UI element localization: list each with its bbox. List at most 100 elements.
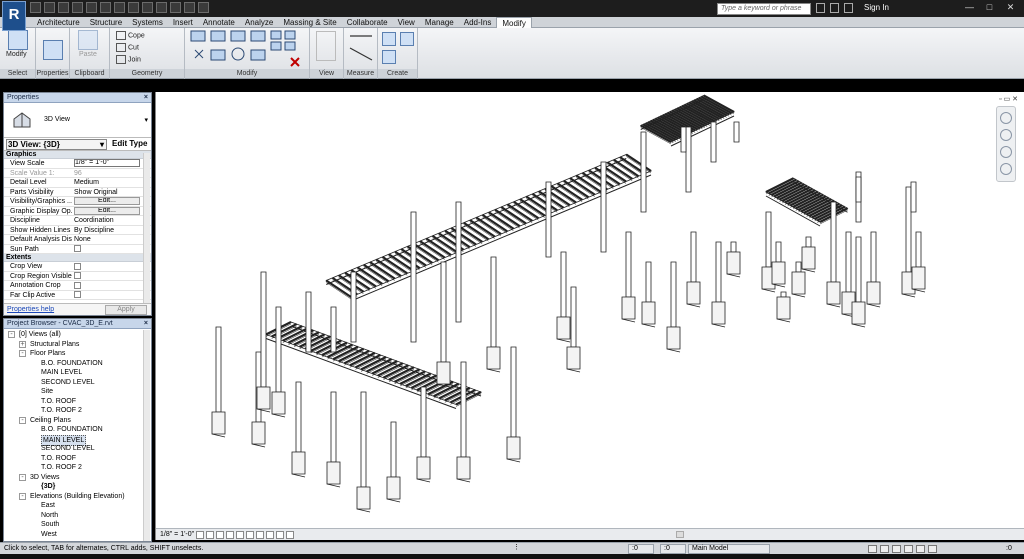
- select-by-face-icon[interactable]: [904, 545, 913, 553]
- active-model-selector[interactable]: Main Model: [688, 544, 770, 554]
- structural-framing-model[interactable]: [156, 92, 1024, 528]
- tab-add-ins[interactable]: Add-Ins: [459, 17, 497, 28]
- browser-node[interactable]: MAIN LEVEL: [4, 368, 144, 378]
- type-dropdown-icon[interactable]: ▾: [144, 116, 148, 124]
- select-pinned-icon[interactable]: [892, 545, 901, 553]
- undo-icon[interactable]: [58, 2, 69, 13]
- browser-node[interactable]: MAIN LEVEL: [4, 434, 144, 446]
- tab-collaborate[interactable]: Collaborate: [342, 17, 393, 28]
- property-checkbox[interactable]: [74, 245, 140, 254]
- browser-node[interactable]: T.O. ROOF: [4, 397, 144, 407]
- print-icon[interactable]: [86, 2, 97, 13]
- tab-manage[interactable]: Manage: [420, 17, 459, 28]
- browser-node[interactable]: B.O. FOUNDATION: [4, 359, 144, 369]
- browser-node[interactable]: -3D Views: [4, 473, 144, 483]
- search-input[interactable]: Type a keyword or phrase: [717, 3, 811, 15]
- close-browser-icon[interactable]: ×: [144, 319, 148, 329]
- properties-help-link[interactable]: Properties help: [7, 306, 54, 313]
- browser-node[interactable]: South: [4, 520, 144, 530]
- binoculars-icon[interactable]: [816, 3, 825, 13]
- browser-node[interactable]: North: [4, 511, 144, 521]
- filter-icon[interactable]: [928, 545, 937, 553]
- type-selector[interactable]: 3D View ▾: [4, 103, 151, 138]
- sign-in-button[interactable]: Sign In: [864, 3, 889, 12]
- drag-elements-icon[interactable]: [916, 545, 925, 553]
- browser-node[interactable]: B.O. FOUNDATION: [4, 425, 144, 435]
- save-icon[interactable]: [44, 2, 55, 13]
- edit-button[interactable]: Edit...: [74, 206, 140, 215]
- checkbox-icon[interactable]: [74, 291, 81, 299]
- property-value[interactable]: 1/8" = 1'-0": [74, 159, 140, 167]
- view-window-controls[interactable]: ▫ ▭ ✕: [999, 95, 1018, 103]
- application-menu-button[interactable]: R: [2, 1, 26, 31]
- text-icon[interactable]: [128, 2, 139, 13]
- browser-node[interactable]: East: [4, 501, 144, 511]
- detail-level-icon[interactable]: [196, 531, 204, 539]
- browser-node[interactable]: - Floor Plans: [4, 349, 144, 359]
- collapse-icon[interactable]: -: [19, 350, 26, 357]
- browser-node[interactable]: SECOND LEVEL: [4, 444, 144, 454]
- tab-systems[interactable]: Systems: [127, 17, 168, 28]
- collapse-icon[interactable]: -: [19, 492, 26, 500]
- properties-icon[interactable]: [43, 40, 63, 60]
- steering-wheel-icon[interactable]: [1000, 129, 1012, 141]
- browser-node[interactable]: Site: [4, 387, 144, 397]
- properties-scrollbar[interactable]: [143, 153, 150, 303]
- lock-view-icon[interactable]: [266, 531, 274, 539]
- edit-button[interactable]: Edit...: [74, 197, 140, 205]
- browser-node[interactable]: - [0] Views (all): [4, 330, 144, 340]
- property-checkbox[interactable]: [74, 291, 140, 300]
- modify-tools-icons[interactable]: [185, 28, 310, 68]
- select-underlay-icon[interactable]: [880, 545, 889, 553]
- measure-tool-icon[interactable]: [344, 28, 378, 68]
- create-parts-icon[interactable]: [400, 32, 414, 46]
- close-button[interactable]: ✕: [1004, 2, 1017, 14]
- create-group-icon[interactable]: [382, 50, 396, 64]
- star-icon[interactable]: [844, 3, 853, 13]
- crop-view-icon[interactable]: [246, 531, 254, 539]
- property-checkbox[interactable]: [74, 262, 140, 271]
- apply-button[interactable]: Apply: [105, 305, 147, 315]
- browser-node[interactable]: T.O. ROOF 2: [4, 406, 144, 416]
- collapse-icon[interactable]: -: [19, 416, 26, 424]
- maximize-button[interactable]: □: [983, 2, 996, 14]
- browser-node[interactable]: {3D}: [4, 482, 144, 492]
- tab-annotate[interactable]: Annotate: [198, 17, 240, 28]
- rendering-icon[interactable]: [236, 531, 244, 539]
- modify-button[interactable]: Modify: [6, 51, 27, 58]
- dimension-icon[interactable]: [114, 2, 125, 13]
- checkbox-icon[interactable]: [74, 262, 81, 270]
- worksharing-icon[interactable]: ⋮: [510, 544, 520, 554]
- zoom-icon[interactable]: [1000, 146, 1012, 158]
- property-group-graphics[interactable]: Graphics: [4, 151, 151, 159]
- checkbox-icon[interactable]: [74, 272, 81, 280]
- browser-node[interactable]: West: [4, 530, 144, 540]
- browser-node[interactable]: + Structural Plans: [4, 340, 144, 350]
- browser-node[interactable]: - Elevations (Building Elevation): [4, 492, 144, 502]
- sun-path-icon[interactable]: [216, 531, 224, 539]
- switch-windows-icon[interactable]: [198, 2, 209, 13]
- tab-insert[interactable]: Insert: [168, 17, 198, 28]
- browser-node[interactable]: SECOND LEVEL: [4, 378, 144, 388]
- nav-options-icon[interactable]: [1000, 163, 1012, 175]
- visual-style-icon[interactable]: [206, 531, 214, 539]
- horizontal-scrollbar-thumb[interactable]: [676, 531, 684, 538]
- default-3d-view-icon[interactable]: [142, 2, 153, 13]
- checkbox-icon[interactable]: [74, 245, 81, 253]
- cope-button[interactable]: Cope: [116, 31, 145, 40]
- editable-count[interactable]: :0: [628, 544, 654, 554]
- select-links-icon[interactable]: [868, 545, 877, 553]
- close-properties-icon[interactable]: ×: [144, 93, 148, 103]
- join-button[interactable]: Join: [116, 55, 141, 64]
- open-icon[interactable]: [30, 2, 41, 13]
- minimize-button[interactable]: —: [963, 2, 976, 14]
- browser-node[interactable]: - Ceiling Plans: [4, 416, 144, 426]
- expand-icon[interactable]: +: [19, 340, 26, 348]
- browser-node[interactable]: T.O. ROOF 2: [4, 463, 144, 473]
- property-group-extents[interactable]: Extents: [4, 254, 151, 262]
- checkbox-icon[interactable]: [74, 281, 81, 289]
- collapse-icon[interactable]: -: [19, 473, 26, 481]
- tab-view[interactable]: View: [393, 17, 420, 28]
- tab-architecture[interactable]: Architecture: [32, 17, 85, 28]
- thin-lines-icon[interactable]: [170, 2, 181, 13]
